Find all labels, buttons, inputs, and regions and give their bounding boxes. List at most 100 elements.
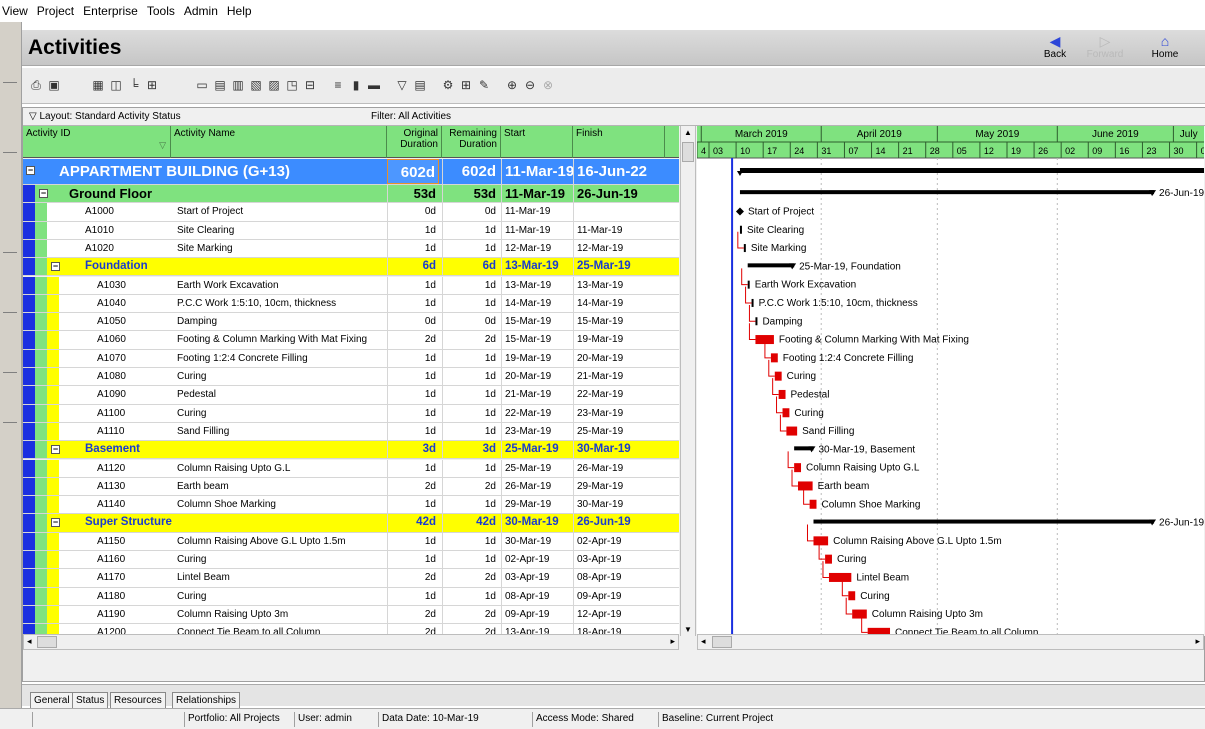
menu-admin[interactable]: Admin [184,4,218,18]
zoom-out-icon[interactable]: ⊖ [522,77,538,93]
filter-label[interactable]: Filter: All Activities [371,108,451,126]
activity-row[interactable]: A1180 Curing 1d 1d 08-Apr-19 09-Apr-19 [23,587,679,606]
activity-row[interactable]: A1030 Earth Work Excavation 1d 1d 13-Mar-19 1… [23,276,679,295]
col-activity-id[interactable]: Activity ID ▽ [23,126,171,158]
table-hscroll-thumb[interactable] [37,636,57,648]
indent-bar [23,514,35,532]
wbs-row[interactable]: − Foundation 6d 6d 13-Mar-19 25-Mar-19 [23,258,679,277]
wbs-summary-bar [747,263,795,268]
collapse-toggle-icon[interactable]: − [51,262,60,272]
gantt-horizontal-scrollbar[interactable]: ◂ ▸ [697,634,1204,650]
menu-help[interactable]: Help [227,4,252,18]
gantt-scroll-right-icon[interactable]: ▸ [1195,636,1200,647]
col-original-duration[interactable]: Original Duration [387,126,442,158]
table-horizontal-scrollbar[interactable]: ◂ ▸ [23,634,679,650]
table-vertical-scrollbar[interactable]: ▲ ▼ [680,126,696,636]
scroll-down-icon[interactable]: ▼ [684,625,692,634]
activity-row[interactable]: A1000 Start of Project 0d 0d 11-Mar-19 [23,203,679,222]
gantt-view-icon[interactable]: ╘ [126,77,142,93]
trace-icon[interactable]: ◳ [284,77,300,93]
col-finish[interactable]: Finish [573,126,665,158]
menu-project[interactable]: Project [37,4,74,18]
cell-rd: 2d [442,605,499,624]
gantt-scroll-left-icon[interactable]: ◂ [701,636,706,647]
week-label: 19 [1011,146,1021,156]
print-preview-icon[interactable]: ▣ [46,77,62,93]
filter-icon[interactable]: ▽ [394,77,410,93]
columns-icon[interactable]: ≡ [330,77,346,93]
activity-row[interactable]: A1060 Footing & Column Marking With Mat F… [23,331,679,350]
timescale-icon[interactable]: ▬ [366,77,382,93]
activity-row[interactable]: A1110 Sand Filling 1d 1d 23-Mar-19 25-Mar-19 [23,422,679,442]
chart-icon[interactable]: ▥ [230,77,246,93]
network-view-icon[interactable]: ⊞ [144,77,160,93]
activity-row[interactable]: A1190 Column Raising Upto 3m 2d 2d 09-Apr-19… [23,605,679,625]
activity-row[interactable]: A1100 Curing 1d 1d 22-Mar-19 23-Mar-19 [23,404,679,423]
activity-row[interactable]: A1130 Earth beam 2d 2d 26-Mar-19 29-Mar-19 [23,477,679,497]
tab-status[interactable]: Status [72,692,109,708]
group-icon[interactable]: ▤ [412,77,428,93]
col-original-label-2: Duration [400,139,438,150]
gantt-bar-label: P.C.C Work 1:5:10, 10cm, thickness [759,298,918,309]
zoom-in-icon[interactable]: ⊕ [504,77,520,93]
menu-tools[interactable]: Tools [147,4,175,18]
wbs-row[interactable]: − Super Structure 42d 42d 30-Mar-19 26-Jun-19 [23,514,679,533]
cell-rd: 0d [442,203,499,221]
print-icon[interactable]: ⎙ [28,77,44,93]
wbs-row[interactable]: − Basement 3d 3d 25-Mar-19 30-Mar-19 [23,441,679,460]
forward-button[interactable]: ▷ Forward [1085,33,1125,60]
tab-general[interactable]: General [30,692,74,708]
scroll-left-icon[interactable]: ◂ [27,636,32,647]
tab-resources[interactable]: Resources [110,692,166,708]
activity-row[interactable]: A1140 Column Shoe Marking 1d 1d 29-Mar-19 30-… [23,496,679,515]
activity-row[interactable]: A1090 Pedestal 1d 1d 21-Mar-19 22-Mar-19 [23,386,679,405]
layout-dropdown[interactable]: ▽ Layout: Standard Activity Status [29,108,181,126]
collapse-toggle-icon[interactable]: − [51,445,60,455]
activity-row[interactable]: A1010 Site Clearing 1d 1d 11-Mar-19 11-Mar-19 [23,221,679,240]
split-view-icon[interactable]: ◫ [108,77,124,93]
activity-row[interactable]: A1150 Column Raising Above G.L Upto 1.5m 1… [23,532,679,551]
activity-row[interactable]: A1070 Footing 1:2:4 Concrete Filling 1d 1d 1… [23,349,679,368]
home-button[interactable]: ⌂ Home [1145,33,1185,60]
col-remaining-duration[interactable]: Remaining Duration [442,126,501,158]
zoom-fit-icon[interactable]: ⊗ [540,77,556,93]
col-finish-label: Finish [576,128,603,139]
histogram-icon[interactable]: ▨ [266,77,282,93]
activity-row[interactable]: A1080 Curing 1d 1d 20-Mar-19 21-Mar-19 [23,368,679,387]
indent-bar [35,221,47,239]
layout-icon[interactable]: ▤ [212,77,228,93]
wbs-row[interactable]: − Ground Floor 53d 53d 11-Mar-19 26-Jun-19 [23,185,679,204]
col-activity-name[interactable]: Activity Name [171,126,387,158]
activity-row[interactable]: A1050 Damping 0d 0d 15-Mar-19 15-Mar-19 [23,313,679,332]
col-start[interactable]: Start [501,126,573,158]
cell-start: 12-Mar-19 [501,239,573,258]
level-icon[interactable]: ⊞ [458,77,474,93]
scroll-up-icon[interactable]: ▲ [684,128,692,137]
wbs-row[interactable]: − APPARTMENT BUILDING (G+13) 602d 602d 11-Ma… [23,159,679,185]
activity-row[interactable]: A1120 Column Raising Upto G.L 1d 1d 25-Mar-1… [23,459,679,478]
menu-view[interactable]: View [2,4,28,18]
back-arrow-icon: ◀ [1049,33,1061,49]
collapse-toggle-icon[interactable]: − [51,518,60,528]
cell-finish: 25-Mar-19 [573,258,665,276]
bars-icon[interactable]: ▮ [348,77,364,93]
recalc-icon[interactable]: ✎ [476,77,492,93]
collapse-toggle-icon[interactable]: − [39,189,48,198]
back-button[interactable]: ◀ Back [1035,33,1075,60]
progress-icon[interactable]: ⊟ [302,77,318,93]
activity-row[interactable]: A1170 Lintel Beam 2d 2d 03-Apr-19 08-Apr-19 [23,569,679,588]
gantt-bar-label: Curing [837,554,866,565]
collapse-toggle-icon[interactable]: − [26,166,35,175]
gantt-hscroll-thumb[interactable] [712,636,732,648]
activity-row[interactable]: A1020 Site Marking 1d 1d 12-Mar-19 12-Mar-19 [23,239,679,259]
schedule-icon[interactable]: ⚙ [440,77,456,93]
activity-row[interactable]: A1040 P.C.C Work 1:5:10, 10cm, thickness 1… [23,294,679,314]
activity-row[interactable]: A1160 Curing 1d 1d 02-Apr-19 03-Apr-19 [23,551,679,570]
scroll-right-icon[interactable]: ▸ [670,636,675,647]
tab-relationships[interactable]: Relationships [172,692,241,708]
table-scroll-thumb[interactable] [682,142,694,162]
details-icon[interactable]: ▭ [194,77,210,93]
menu-enterprise[interactable]: Enterprise [83,4,138,18]
resource-chart-icon[interactable]: ▧ [248,77,264,93]
table-view-icon[interactable]: ▦ [90,77,106,93]
